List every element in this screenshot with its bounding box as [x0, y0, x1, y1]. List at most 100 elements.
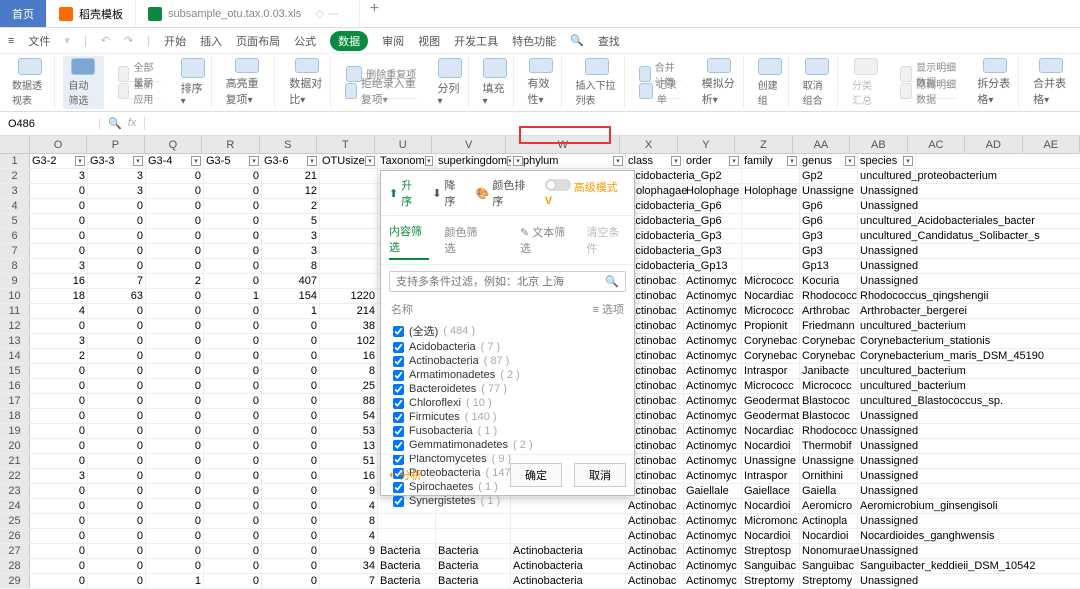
- cell[interactable]: Unassigned: [858, 574, 916, 588]
- cell[interactable]: 0: [30, 499, 88, 513]
- cell[interactable]: [320, 184, 378, 198]
- cell[interactable]: Gaiellace: [742, 484, 800, 498]
- filter-checkbox[interactable]: [393, 370, 404, 381]
- cell[interactable]: Intraspor: [742, 469, 800, 483]
- cell[interactable]: Ornithini: [800, 469, 858, 483]
- cell[interactable]: 0: [146, 334, 204, 348]
- cell[interactable]: Actinobac: [626, 559, 684, 573]
- cell[interactable]: Bacteria: [378, 544, 436, 558]
- hdr-G3-2[interactable]: G3-2▾: [30, 154, 88, 168]
- cell[interactable]: Actinomyc: [684, 274, 742, 288]
- cell[interactable]: Blastococ: [800, 409, 858, 423]
- cell[interactable]: Nocardioi: [742, 499, 800, 513]
- row-header[interactable]: 12: [0, 319, 30, 333]
- row-header[interactable]: 25: [0, 514, 30, 528]
- cell[interactable]: 0: [30, 514, 88, 528]
- cell[interactable]: Bacteria: [436, 559, 511, 573]
- cell[interactable]: uncultured_Blastococcus_sp.: [858, 394, 916, 408]
- cell[interactable]: Unassigned: [858, 514, 916, 528]
- cell[interactable]: 0: [146, 214, 204, 228]
- cell[interactable]: Rhodococc: [800, 289, 858, 303]
- cell[interactable]: 0: [204, 469, 262, 483]
- undo-icon[interactable]: ↶: [101, 34, 110, 47]
- cell[interactable]: 16: [30, 274, 88, 288]
- menu-feature[interactable]: 特色功能: [512, 33, 556, 49]
- filter-dropdown[interactable]: ▾: [249, 156, 259, 166]
- cell[interactable]: uncultured_Acidobacteriales_bacter: [858, 214, 916, 228]
- menu-formula[interactable]: 公式: [294, 33, 316, 49]
- cell[interactable]: Janibacte: [800, 364, 858, 378]
- cell[interactable]: 0: [30, 199, 88, 213]
- cell[interactable]: 0: [146, 439, 204, 453]
- cell[interactable]: [684, 214, 742, 228]
- menu-insert[interactable]: 插入: [200, 33, 222, 49]
- hdr-family[interactable]: family▾: [742, 154, 800, 168]
- cell[interactable]: 1: [204, 289, 262, 303]
- cell[interactable]: 0: [262, 349, 320, 363]
- col-V[interactable]: V: [432, 136, 506, 153]
- cell[interactable]: 0: [204, 319, 262, 333]
- cell[interactable]: 0: [88, 229, 146, 243]
- cell[interactable]: 0: [146, 424, 204, 438]
- tool-autofilter[interactable]: 自动筛选: [63, 56, 104, 109]
- cell[interactable]: 0: [146, 184, 204, 198]
- cell[interactable]: 0: [88, 469, 146, 483]
- filter-dropdown[interactable]: ▾: [845, 156, 855, 166]
- cell[interactable]: 0: [204, 214, 262, 228]
- filter-checkbox[interactable]: [393, 426, 404, 437]
- tool-subtotal[interactable]: 分类汇总: [846, 56, 886, 109]
- cell[interactable]: 3: [30, 334, 88, 348]
- cell[interactable]: 0: [146, 559, 204, 573]
- cell[interactable]: 0: [88, 394, 146, 408]
- cell[interactable]: uncultured_Candidatus_Solibacter_s: [858, 229, 916, 243]
- cell[interactable]: [436, 529, 511, 543]
- sort-color-button[interactable]: 🎨颜色排序: [476, 177, 535, 209]
- cell[interactable]: 0: [146, 409, 204, 423]
- cancel-button[interactable]: 取消: [574, 463, 626, 487]
- cell[interactable]: Nocardioides_ganghwensis: [858, 529, 916, 543]
- cell[interactable]: 214: [320, 304, 378, 318]
- row-header[interactable]: 24: [0, 499, 30, 513]
- cell[interactable]: 88: [320, 394, 378, 408]
- cell[interactable]: 0: [204, 349, 262, 363]
- hdr-G3-6[interactable]: G3-6▾: [262, 154, 320, 168]
- cell[interactable]: 0: [88, 514, 146, 528]
- filter-search[interactable]: 🔍: [389, 271, 626, 292]
- cell[interactable]: 3: [262, 244, 320, 258]
- cell[interactable]: 0: [204, 409, 262, 423]
- tab-file[interactable]: subsample_otu.tax.0.03.xls ◇—: [136, 0, 360, 27]
- cell[interactable]: 0: [146, 544, 204, 558]
- tool-highlight[interactable]: 高亮重复项▾: [220, 56, 276, 109]
- cell[interactable]: Actinobac: [626, 514, 684, 528]
- row-header[interactable]: 19: [0, 424, 30, 438]
- cell[interactable]: [378, 514, 436, 528]
- cell[interactable]: 0: [204, 394, 262, 408]
- cell[interactable]: Rhodococcus_qingshengii: [858, 289, 916, 303]
- cell[interactable]: Actinomyc: [684, 334, 742, 348]
- cell[interactable]: 0: [88, 199, 146, 213]
- row-header[interactable]: 5: [0, 214, 30, 228]
- cell[interactable]: Nocardioi: [800, 529, 858, 543]
- cell[interactable]: 0: [88, 559, 146, 573]
- cell[interactable]: [684, 169, 742, 183]
- cell[interactable]: 0: [262, 424, 320, 438]
- cell[interactable]: [684, 259, 742, 273]
- cell[interactable]: Thermobif: [800, 439, 858, 453]
- cell[interactable]: Corynebac: [742, 334, 800, 348]
- cell[interactable]: 0: [262, 319, 320, 333]
- tool-delrep[interactable]: 删除重复项拒绝录入重复项▾: [339, 56, 423, 109]
- menu-view[interactable]: 视图: [418, 33, 440, 49]
- cell[interactable]: Actinobac: [626, 544, 684, 558]
- col-U[interactable]: U: [375, 136, 432, 153]
- row-header[interactable]: 26: [0, 529, 30, 543]
- cell[interactable]: Bacteria: [436, 544, 511, 558]
- cell[interactable]: Arthrobacter_bergerei: [858, 304, 916, 318]
- fx-icon[interactable]: fx: [128, 117, 137, 130]
- cell[interactable]: Micromonc: [742, 514, 800, 528]
- row-header[interactable]: 2: [0, 169, 30, 183]
- cell[interactable]: Gaiellale: [684, 484, 742, 498]
- tool-sort[interactable]: 排序▾: [175, 56, 212, 109]
- cell[interactable]: 0: [88, 499, 146, 513]
- hdr-superkingdom[interactable]: superkingdom▾: [436, 154, 511, 168]
- cell[interactable]: 0: [30, 184, 88, 198]
